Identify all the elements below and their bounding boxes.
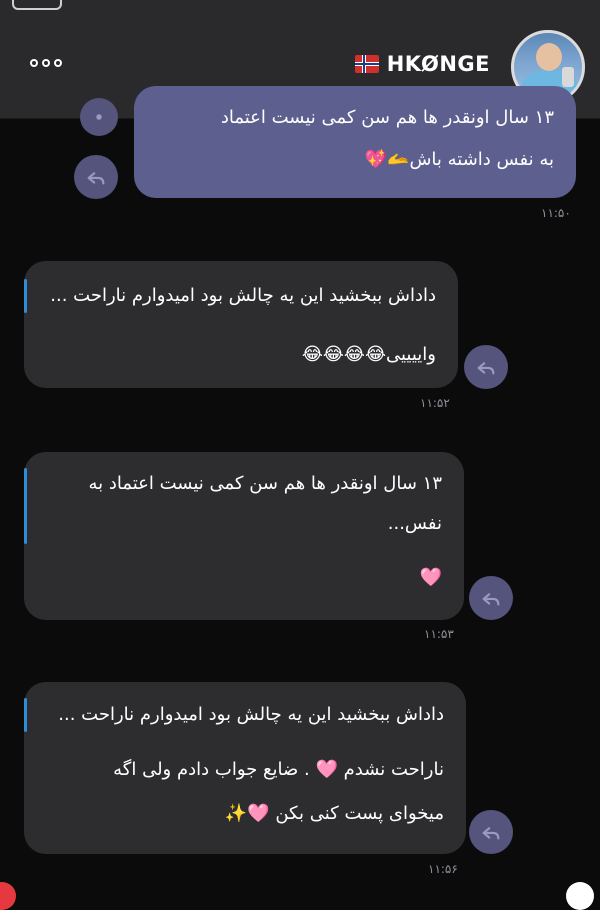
message-text: واییییی😂😂😂😂 <box>301 344 436 365</box>
message-bubble-incoming[interactable]: ۱۳ سال اونقدر ها هم سن کمی نیست اعتماد ب… <box>24 452 464 620</box>
bottom-left-fragment <box>0 882 16 910</box>
reply-button[interactable] <box>469 810 513 854</box>
message-text-line: ناراحت نشدم 🩷 . ضایع جواب دادم ولی اگه <box>113 759 444 780</box>
message-bubble-incoming[interactable]: داداش ببخشید این یه چالش بود امیدوارم نا… <box>24 682 466 854</box>
message-emoji: 🩷 <box>419 567 442 588</box>
bottom-right-fragment <box>566 882 594 910</box>
reply-arrow-icon <box>482 593 500 606</box>
message-time: ۱۱:۵۲ <box>420 396 450 410</box>
dot-icon <box>54 59 62 67</box>
more-options-button[interactable] <box>30 51 70 75</box>
message-text-line: ۱۳ سال اونقدر ها هم سن کمی نیست اعتماد ب… <box>88 473 442 494</box>
reply-button[interactable] <box>80 98 118 136</box>
norway-flag-icon <box>354 55 379 73</box>
reply-button[interactable] <box>464 345 508 389</box>
message-text-line: میخوای پست کنی بکن 🩷✨ <box>224 803 444 824</box>
chat-title: HKØNGE <box>386 52 490 76</box>
message-bubble-incoming[interactable]: داداش ببخشید این یه چالش بود امیدوارم نا… <box>24 261 458 388</box>
reply-arrow-icon <box>482 827 500 840</box>
reply-arrow-icon <box>477 362 495 375</box>
message-text-line: نفس... <box>387 513 442 534</box>
message-text: به نفس داشته باش🫴💖 <box>364 149 554 170</box>
chat-title-area[interactable]: HKØNGE <box>354 50 490 78</box>
info-icon <box>96 114 102 120</box>
message-time: ۱۱:۵۶ <box>428 862 458 876</box>
quoted-text: داداش ببخشید این یه چالش بود امیدوارم نا… <box>50 285 436 306</box>
message-time: ۱۱:۵۳ <box>424 627 454 641</box>
quoted-text: داداش ببخشید این یه چالش بود امیدوارم نا… <box>58 704 444 725</box>
reply-button[interactable] <box>74 155 118 199</box>
status-bar-fragment <box>12 0 62 10</box>
reply-arrow-icon <box>87 172 105 185</box>
message-text-partial: ۱۳ سال اونقدر ها هم سن کمی نیست اعتماد <box>220 107 554 128</box>
message-bubble-outgoing[interactable]: ۱۳ سال اونقدر ها هم سن کمی نیست اعتماد ب… <box>134 86 576 198</box>
message-time: ۱۱:۵۰ <box>541 206 571 220</box>
dot-icon <box>42 59 50 67</box>
reply-button[interactable] <box>469 576 513 620</box>
dot-icon <box>30 59 38 67</box>
